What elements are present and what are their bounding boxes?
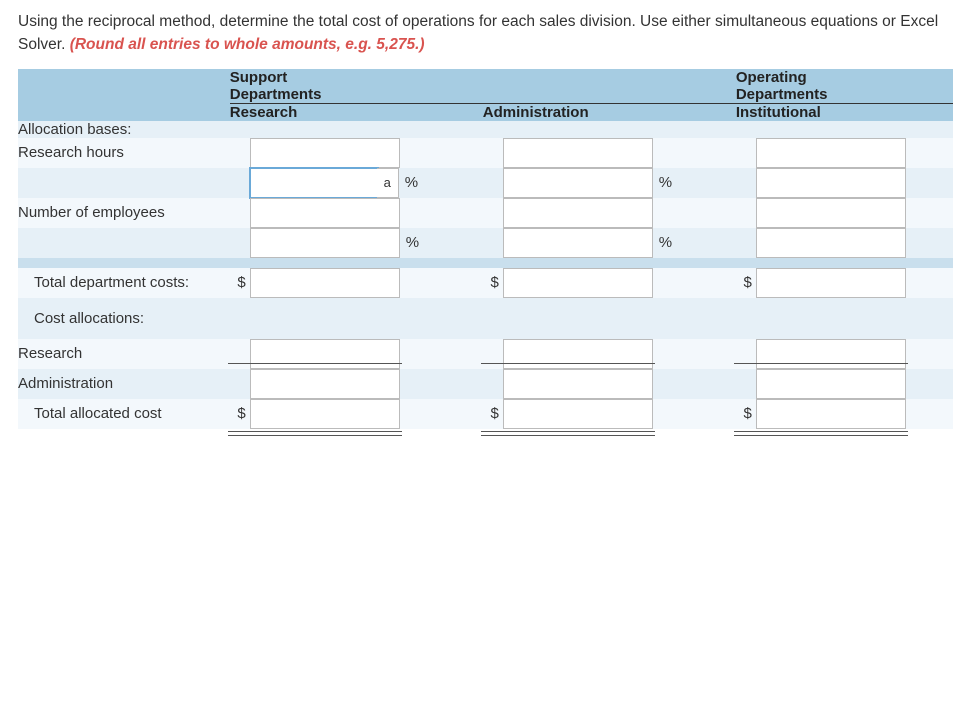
input-total-dept-admin[interactable] (503, 268, 653, 298)
hdr-research-col: Research (230, 104, 298, 121)
input-total-dept-research[interactable] (250, 268, 400, 298)
row-research-hours-pct: a% % (18, 168, 953, 198)
input-total-alloc-inst[interactable] (756, 399, 906, 429)
worksheet-table: Support Operating Departments Department… (18, 69, 953, 429)
header-row-3: Research Administration Institutional (18, 103, 953, 121)
input-alloc-admin-inst[interactable] (756, 369, 906, 399)
row-num-employees: Number of employees (18, 198, 953, 228)
pct-symbol: % (653, 234, 675, 251)
row-total-allocated: Total allocated cost $ $ $ (18, 399, 953, 429)
input-alloc-research-admin[interactable] (503, 339, 653, 369)
input-num-emp-admin[interactable] (503, 198, 653, 228)
dollar-symbol: $ (230, 405, 250, 422)
input-num-emp-pct-admin[interactable] (503, 228, 653, 258)
dollar-symbol: $ (483, 274, 503, 291)
input-alloc-admin-admin[interactable] (503, 369, 653, 399)
input-research-hours-admin[interactable] (503, 138, 653, 168)
row-alloc-admin: Administration (18, 369, 953, 399)
input-num-emp-research[interactable] (250, 198, 400, 228)
label-research-hours: Research hours (18, 144, 124, 161)
input-total-alloc-research[interactable] (250, 399, 400, 429)
hdr-operating: Operating (736, 69, 807, 86)
label-total-allocated: Total allocated cost (34, 405, 162, 422)
pct-symbol: % (399, 174, 421, 191)
input-research-hours-pct-research[interactable] (250, 168, 378, 198)
input-research-hours-pct-admin[interactable] (503, 168, 653, 198)
input-research-hours-inst[interactable] (756, 138, 906, 168)
input-alloc-admin-research[interactable] (250, 369, 400, 399)
marker-a: a (377, 168, 399, 198)
input-research-hours-research[interactable] (250, 138, 400, 168)
input-total-alloc-admin[interactable] (503, 399, 653, 429)
row-num-employees-pct: % % (18, 228, 953, 258)
dollar-symbol: $ (736, 405, 756, 422)
pct-symbol: % (653, 174, 675, 191)
input-total-dept-inst[interactable] (756, 268, 906, 298)
label-allocation-bases: Allocation bases: (18, 121, 131, 138)
row-alloc-research: Research (18, 339, 953, 369)
label-alloc-admin: Administration (18, 375, 113, 392)
label-cost-allocations: Cost allocations: (34, 310, 144, 327)
input-alloc-research-research[interactable] (250, 339, 400, 369)
row-cost-allocations: Cost allocations: (18, 298, 953, 339)
row-research-hours: Research hours (18, 138, 953, 168)
input-num-emp-inst[interactable] (756, 198, 906, 228)
input-alloc-research-inst[interactable] (756, 339, 906, 369)
row-allocation-bases: Allocation bases: (18, 121, 953, 138)
header-row-2: Departments Departments (18, 86, 953, 104)
label-alloc-research: Research (18, 345, 82, 362)
input-research-hours-pct-inst[interactable] (756, 168, 906, 198)
question-prompt: Using the reciprocal method, determine t… (18, 10, 953, 57)
dollar-symbol: $ (736, 274, 756, 291)
dollar-symbol: $ (230, 274, 250, 291)
hdr-support: Support (230, 69, 288, 86)
hdr-operating-dept: Departments (736, 86, 828, 103)
row-total-dept-costs: Total department costs: $ $ $ (18, 268, 953, 298)
input-num-emp-pct-research[interactable] (250, 228, 400, 258)
pct-symbol: % (400, 234, 422, 251)
hdr-support-dept: Departments (230, 86, 322, 103)
question-text-rounding: (Round all entries to whole amounts, e.g… (70, 36, 425, 53)
dollar-symbol: $ (483, 405, 503, 422)
label-total-dept-costs: Total department costs: (34, 274, 189, 291)
separator-row (18, 258, 953, 268)
input-num-emp-pct-inst[interactable] (756, 228, 906, 258)
hdr-admin-col: Administration (483, 104, 589, 121)
header-row-1: Support Operating (18, 69, 953, 86)
label-num-employees: Number of employees (18, 204, 165, 221)
hdr-inst-col: Institutional (736, 104, 821, 121)
